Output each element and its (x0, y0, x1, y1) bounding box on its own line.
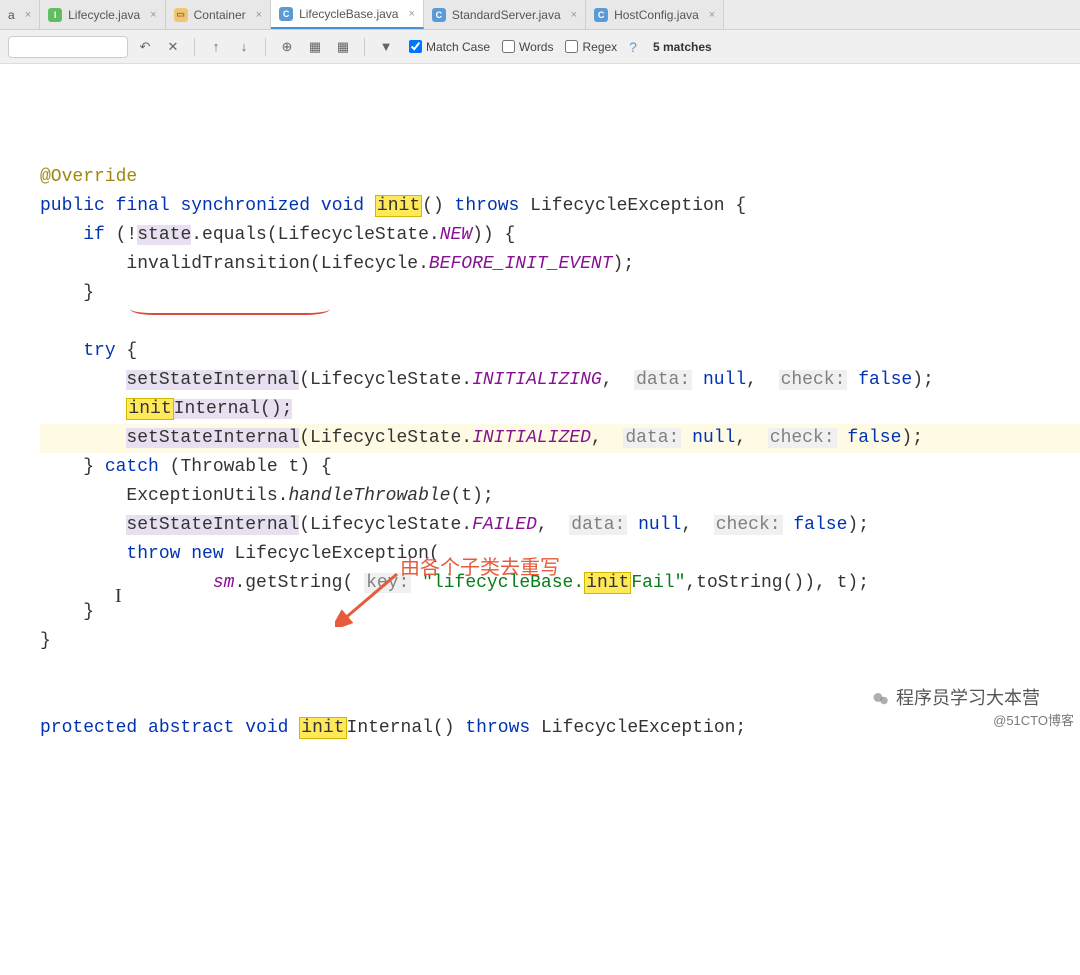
search-match: init (299, 717, 346, 739)
help-icon[interactable]: ? (629, 39, 637, 55)
class-icon: C (432, 8, 446, 22)
separator (265, 38, 266, 56)
watermark-site: @51CTO博客 (993, 710, 1074, 729)
matches-count: 5 matches (653, 40, 712, 54)
tab-label: Container (194, 8, 246, 22)
regex-checkbox[interactable]: Regex (565, 40, 617, 54)
tab-container[interactable]: ▭ Container × (166, 0, 271, 29)
close-icon[interactable]: × (25, 9, 31, 21)
container-icon: ▭ (174, 8, 188, 22)
annotation: @Override (40, 167, 137, 187)
close-icon[interactable]: × (571, 9, 577, 21)
wechat-icon (870, 690, 892, 708)
interface-icon: I (48, 8, 62, 22)
add-selection-icon[interactable]: ⊕ (276, 36, 298, 58)
code-editor[interactable]: @Override public final synchronized void… (0, 64, 1080, 975)
tabs-bar: a × I Lifecycle.java × ▭ Container × C L… (0, 0, 1080, 30)
search-input[interactable] (8, 36, 128, 58)
close-icon[interactable]: × (150, 9, 156, 21)
separator (194, 38, 195, 56)
class-icon: C (594, 8, 608, 22)
select-all-icon[interactable]: ▦ (304, 36, 326, 58)
class-icon: C (279, 7, 293, 21)
match-case-checkbox[interactable]: Match Case (409, 40, 490, 54)
tab-lifecycle[interactable]: I Lifecycle.java × (40, 0, 165, 29)
tab-standardserver[interactable]: C StandardServer.java × (424, 0, 586, 29)
close-icon[interactable]: × (256, 9, 262, 21)
close-icon[interactable]: × (709, 9, 715, 21)
select-all2-icon[interactable]: ▦ (332, 36, 354, 58)
tab-truncated[interactable]: a × (0, 0, 40, 29)
tab-label: Lifecycle.java (68, 8, 140, 22)
watermark-channel: 程序员学习大本营 (870, 684, 1040, 710)
chinese-annotation: 由各个子类去重写 (400, 554, 560, 583)
tab-label: a (8, 8, 15, 22)
separator (364, 38, 365, 56)
close-search-btn[interactable]: ✕ (162, 36, 184, 58)
search-toolbar: ↶ ✕ ↑ ↓ ⊕ ▦ ▦ ▼ Match Case Words Regex ?… (0, 30, 1080, 64)
tab-label: StandardServer.java (452, 8, 561, 22)
words-checkbox[interactable]: Words (502, 40, 553, 54)
prev-btn[interactable]: ↶ (134, 36, 156, 58)
tab-lifecyclebase[interactable]: C LifecycleBase.java × (271, 0, 424, 29)
tab-label: HostConfig.java (614, 8, 699, 22)
tab-label: LifecycleBase.java (299, 7, 398, 21)
tab-hostconfig[interactable]: C HostConfig.java × (586, 0, 724, 29)
search-match: init (375, 195, 422, 217)
down-arrow-icon[interactable]: ↓ (233, 36, 255, 58)
search-match: init (126, 398, 173, 420)
text-cursor: I (115, 582, 122, 611)
filter-icon[interactable]: ▼ (375, 36, 397, 58)
red-underline-annotation (130, 309, 330, 315)
search-match: init (584, 572, 631, 594)
up-arrow-icon[interactable]: ↑ (205, 36, 227, 58)
close-icon[interactable]: × (408, 8, 414, 20)
